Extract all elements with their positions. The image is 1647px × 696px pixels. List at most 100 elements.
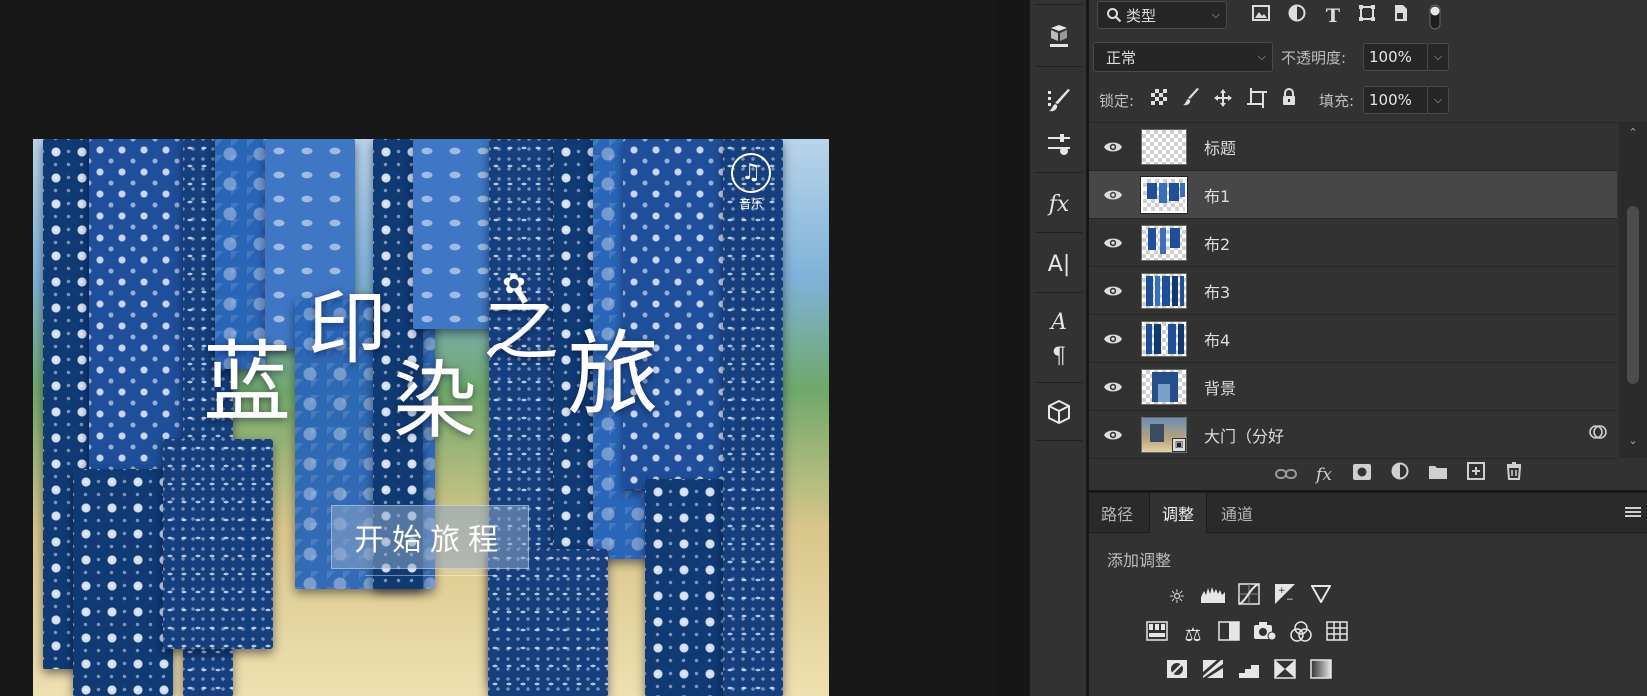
fill-input[interactable]: 100% xyxy=(1363,86,1429,114)
3d-cube-icon[interactable] xyxy=(1030,392,1088,432)
shape-filter-icon[interactable] xyxy=(1355,4,1379,28)
black-white-icon[interactable] xyxy=(1215,621,1243,649)
smart-object-filter-icon[interactable] xyxy=(1389,4,1413,28)
channel-mixer-icon[interactable] xyxy=(1287,621,1315,649)
curves-icon[interactable] xyxy=(1235,583,1263,611)
scroll-up-icon[interactable]: ⌃ xyxy=(1619,126,1647,139)
exposure-icon[interactable]: + − xyxy=(1271,583,1299,611)
tab-channels[interactable]: 通道 xyxy=(1209,493,1265,533)
panel-menu-icon[interactable] xyxy=(1625,503,1641,524)
layer-row[interactable]: 布2 xyxy=(1089,219,1617,267)
fx-styles-icon[interactable]: fx xyxy=(1030,184,1088,224)
chevron-down-icon: ⌵ xyxy=(1257,50,1266,63)
properties-sliders-icon[interactable] xyxy=(1030,124,1088,164)
layer-row[interactable]: 标题 xyxy=(1089,123,1617,171)
start-journey-button[interactable]: 开始旅程 xyxy=(331,505,529,569)
layer-row[interactable]: 布3 xyxy=(1089,267,1617,315)
layer-name[interactable]: 标题 xyxy=(1204,135,1236,159)
title-char: 之 xyxy=(483,282,559,371)
eye-icon[interactable] xyxy=(1101,375,1125,399)
lock-transparent-pixels-icon[interactable] xyxy=(1147,88,1171,112)
tab-paths[interactable]: 路径 xyxy=(1089,493,1145,533)
layer-scrollbar[interactable]: ⌃ ⌄ xyxy=(1619,122,1647,458)
vibrance-icon[interactable] xyxy=(1143,621,1171,649)
color-balance-icon[interactable]: ⚖ xyxy=(1179,621,1207,649)
layer-row-selected[interactable]: 布1 xyxy=(1089,171,1617,219)
search-icon xyxy=(1107,8,1122,23)
photo-filter-icon[interactable] xyxy=(1251,621,1279,649)
eye-icon[interactable] xyxy=(1101,279,1125,303)
adjustment-filter-icon[interactable] xyxy=(1285,4,1309,28)
delete-layer-icon[interactable] xyxy=(1501,462,1527,488)
layer-name[interactable]: 布1 xyxy=(1204,183,1230,207)
gradient-map-icon[interactable] xyxy=(1307,659,1335,687)
scrollbar-thumb[interactable] xyxy=(1627,206,1639,384)
character-icon[interactable]: A| xyxy=(1030,244,1088,284)
canvas-area[interactable]: 蓝 印 染 之 旅 ✿ ♫ 音乐 开始旅程 xyxy=(0,0,996,696)
title-char: 蓝 xyxy=(203,331,292,434)
opacity-input[interactable]: 100% xyxy=(1363,43,1429,71)
type-filter-icon[interactable]: T xyxy=(1321,4,1345,28)
tool-separator xyxy=(1036,232,1082,233)
selective-color-icon[interactable] xyxy=(1271,659,1299,687)
color-lookup-icon[interactable] xyxy=(1323,621,1351,649)
lock-image-pixels-icon[interactable] xyxy=(1179,88,1203,112)
gradient-triangle-icon[interactable] xyxy=(1307,583,1335,611)
layer-filter-select[interactable]: 类型 ⌵ xyxy=(1097,1,1227,29)
eye-icon[interactable] xyxy=(1101,327,1125,351)
blend-mode-select[interactable]: 正常 ⌵ xyxy=(1093,42,1273,72)
layer-thumbnail xyxy=(1140,175,1188,214)
posterize-icon[interactable] xyxy=(1199,659,1227,687)
mask-icon[interactable] xyxy=(1349,462,1375,488)
tab-adjustments[interactable]: 调整 xyxy=(1149,493,1208,533)
eye-icon[interactable] xyxy=(1101,423,1125,447)
layer-name[interactable]: 背景 xyxy=(1204,375,1236,399)
title-text-group: 蓝 印 染 之 旅 xyxy=(203,279,683,479)
eye-icon[interactable] xyxy=(1101,135,1125,159)
link-layers-icon[interactable] xyxy=(1273,462,1299,488)
start-button-underline xyxy=(365,575,495,576)
tool-separator xyxy=(1036,172,1082,173)
paragraph-icon[interactable]: ¶ xyxy=(1030,336,1088,376)
invert-icon[interactable] xyxy=(1163,659,1191,687)
fx-icon[interactable]: fx xyxy=(1311,462,1337,488)
layer-name[interactable]: 布2 xyxy=(1204,231,1230,255)
music-button[interactable]: ♫ 音乐 xyxy=(729,153,773,211)
layer-row[interactable]: 背景 xyxy=(1089,363,1617,411)
artboard[interactable]: 蓝 印 染 之 旅 ✿ ♫ 音乐 开始旅程 xyxy=(33,139,829,696)
photoshop-window: 蓝 印 染 之 旅 ✿ ♫ 音乐 开始旅程 fx A| A ¶ 类型 ⌵ T 正… xyxy=(0,0,1647,696)
lock-position-icon[interactable] xyxy=(1211,88,1235,112)
layer-effects-indicator-icon[interactable] xyxy=(1589,423,1607,446)
levels-icon[interactable] xyxy=(1199,583,1227,611)
layer-name[interactable]: 布4 xyxy=(1204,327,1230,351)
filter-toggle-icon[interactable] xyxy=(1423,4,1447,30)
layer-thumbnail xyxy=(1141,224,1187,261)
flower-icon: ✿ xyxy=(502,267,526,300)
layer-name[interactable]: 布3 xyxy=(1204,279,1230,303)
image-filter-icon[interactable] xyxy=(1249,4,1273,28)
tool-separator xyxy=(1036,66,1082,67)
opacity-dropdown-icon[interactable]: ⌵ xyxy=(1427,43,1449,71)
threshold-icon[interactable] xyxy=(1235,659,1263,687)
cloth-strip xyxy=(488,549,608,696)
layer-row[interactable]: 布4 xyxy=(1089,315,1617,363)
title-char: 染 xyxy=(393,352,478,450)
blend-mode-value: 正常 xyxy=(1106,48,1137,67)
eye-icon[interactable] xyxy=(1101,183,1125,207)
lock-row: 锁定: 填充: 100% ⌵ xyxy=(1089,84,1647,118)
adjustment-layer-icon[interactable] xyxy=(1387,462,1413,488)
group-folder-icon[interactable] xyxy=(1425,462,1451,488)
fill-dropdown-icon[interactable]: ⌵ xyxy=(1427,86,1449,114)
scroll-down-icon[interactable]: ⌄ xyxy=(1619,434,1647,447)
layers-panel: 类型 ⌵ T 正常 ⌵ 不透明度: 100% ⌵ 锁定: 填充: 100% ⌵ … xyxy=(1089,0,1647,490)
layer-row[interactable]: ▣ 大门（分好 xyxy=(1089,411,1617,459)
layer-name[interactable]: 大门（分好 xyxy=(1204,423,1284,447)
brightness-icon[interactable]: ☼ xyxy=(1163,583,1191,611)
3d-object-icon[interactable] xyxy=(1030,16,1088,56)
history-brush-icon[interactable] xyxy=(1030,80,1088,120)
add-adjustment-heading: 添加调整 xyxy=(1107,551,1172,570)
lock-all-icon[interactable] xyxy=(1277,88,1301,112)
eye-icon[interactable] xyxy=(1101,231,1125,255)
new-layer-icon[interactable] xyxy=(1463,462,1489,488)
lock-artboard-icon[interactable] xyxy=(1245,88,1269,112)
